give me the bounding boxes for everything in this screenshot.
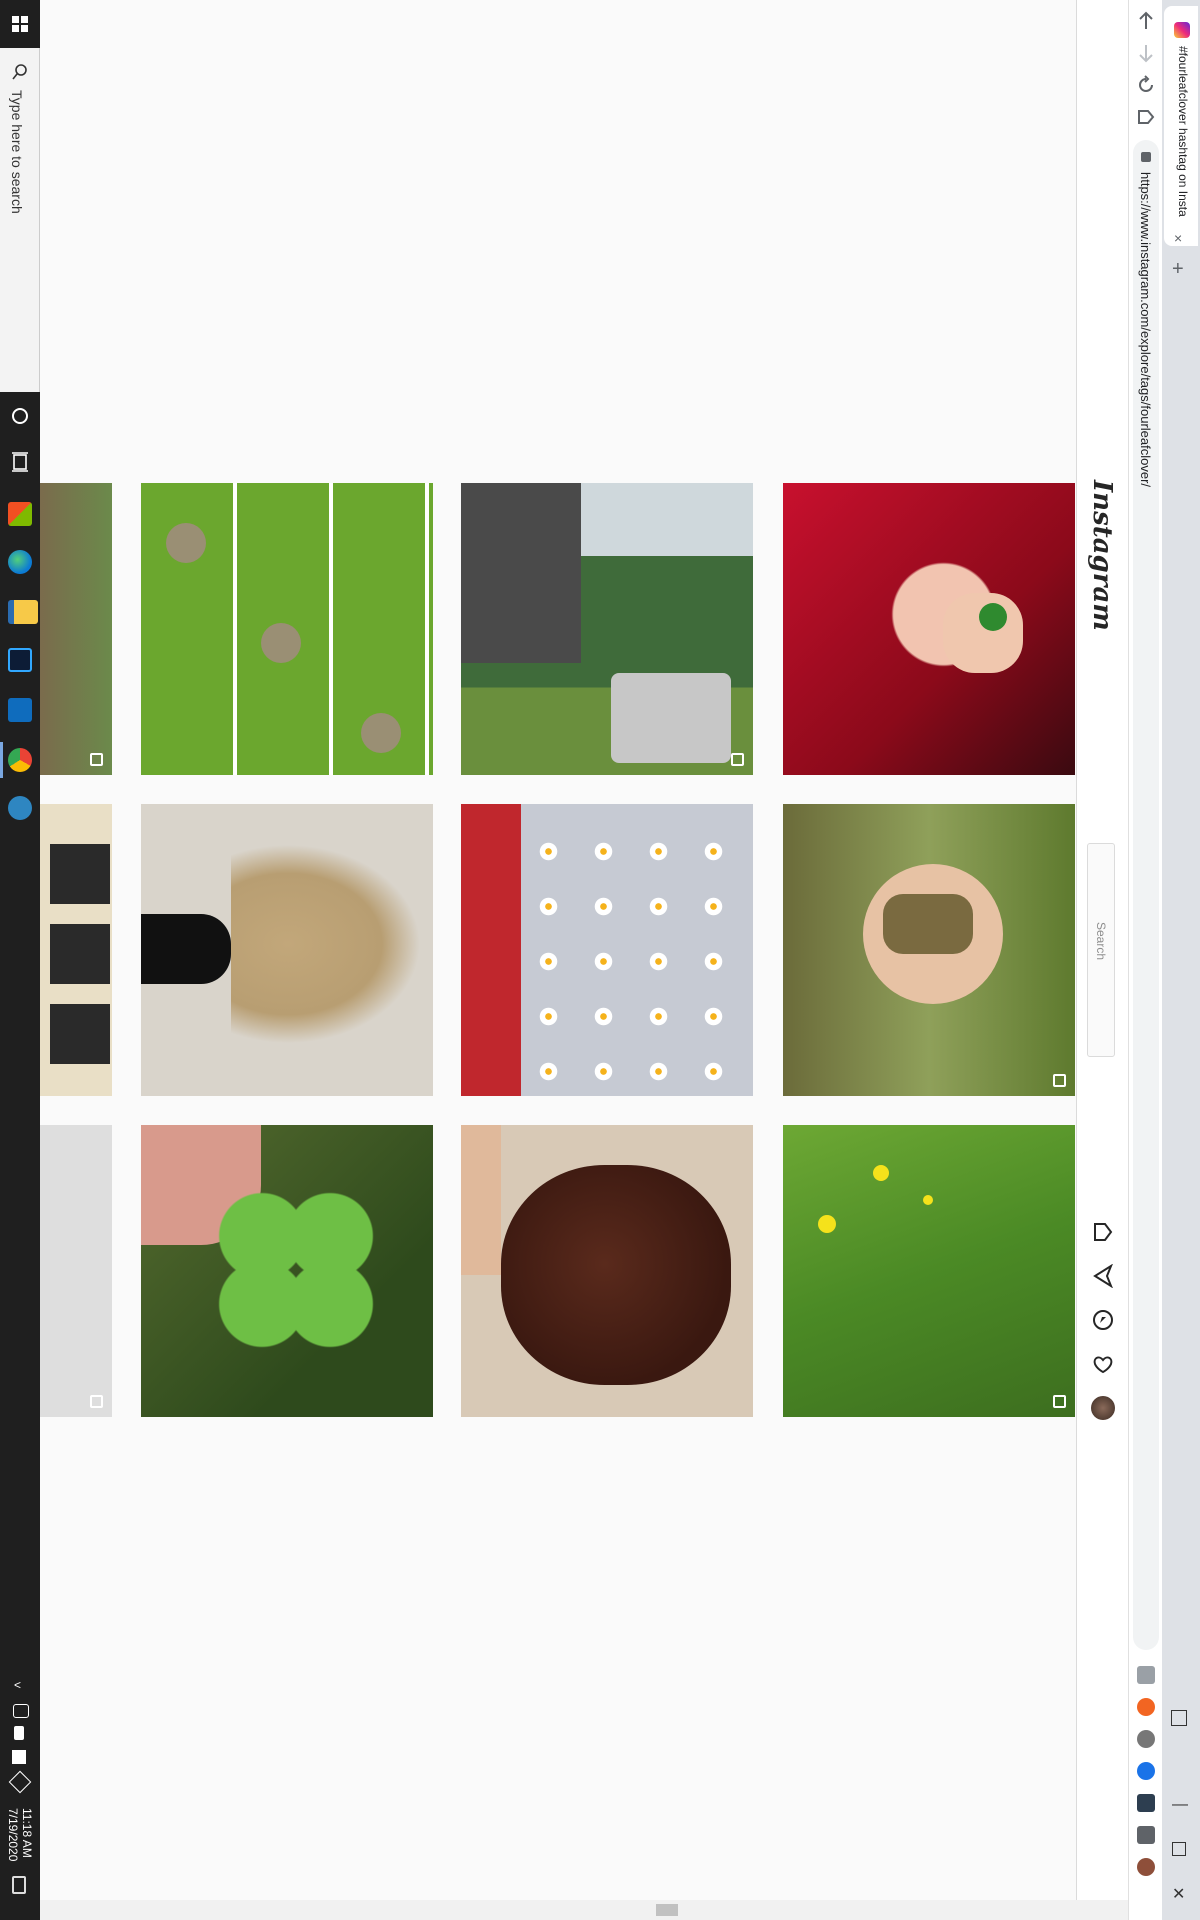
extension-grey-icon[interactable] [1137, 1730, 1155, 1748]
post-hair[interactable] [461, 1125, 753, 1417]
hammock-shape [461, 483, 581, 663]
tab-search-icon[interactable] [1171, 1710, 1187, 1726]
instagram-search-input[interactable]: Search [1087, 843, 1115, 1057]
multi-photo-icon [1053, 1074, 1066, 1087]
new-tab-button[interactable]: + [1172, 258, 1184, 281]
start-button[interactable] [0, 0, 40, 48]
clover-leaf [979, 603, 1007, 631]
taskbar-search-box[interactable]: Type here to search [0, 48, 40, 392]
chevron-up-icon[interactable]: < [14, 1678, 21, 1692]
close-window-icon[interactable]: ✕ [1172, 1884, 1185, 1904]
flower-dot [873, 1165, 889, 1181]
pampas-shape [231, 844, 421, 1044]
url-text: https://www.instagram.com/explore/tags/f… [1138, 172, 1153, 488]
search-icon [12, 64, 27, 80]
mask-shape [883, 894, 973, 954]
post-daisies[interactable] [461, 804, 753, 1096]
post-four-leaf-hand[interactable] [783, 483, 1075, 775]
edge-icon[interactable] [8, 550, 32, 574]
extension-blue-icon[interactable] [1137, 1762, 1155, 1780]
post-partial-sign[interactable] [40, 804, 112, 1096]
direct-icon[interactable] [1091, 1264, 1115, 1288]
tab-strip: #fourleafclover hashtag on Insta × + — ✕ [1162, 0, 1200, 1920]
microsoft-store-icon[interactable] [8, 502, 32, 526]
flower-dot [818, 1215, 836, 1233]
flower-dot [923, 1195, 933, 1205]
extension-dark-icon[interactable] [1137, 1794, 1155, 1812]
instagram-header: Instagram Search [1076, 0, 1128, 1900]
network-icon[interactable] [12, 1750, 26, 1764]
task-view-icon[interactable] [8, 450, 32, 474]
photoshop-icon[interactable] [8, 648, 32, 672]
horizontal-scrollbar[interactable] [40, 1900, 1128, 1920]
speaker-icon[interactable] [13, 1704, 29, 1718]
extension-g-icon[interactable] [1137, 1666, 1155, 1684]
taskbar-clock[interactable]: 11:18 AM 7/19/2020 [6, 1808, 34, 1861]
reload-icon[interactable] [1135, 74, 1157, 96]
explore-icon[interactable] [1091, 1308, 1115, 1332]
forward-arrow-icon[interactable] [1135, 42, 1157, 64]
home-icon[interactable] [1091, 1220, 1115, 1244]
minimize-icon[interactable]: — [1172, 1796, 1188, 1814]
tab-instagram[interactable]: #fourleafclover hashtag on Insta × [1164, 6, 1198, 246]
pen-icon[interactable] [8, 1770, 32, 1794]
post-grass-flowers[interactable] [783, 1125, 1075, 1417]
clock-date: 7/19/2020 [6, 1808, 20, 1862]
post-coins-grid[interactable] [141, 483, 433, 775]
coin-shape [361, 713, 401, 753]
close-tab-icon[interactable]: × [1174, 230, 1182, 246]
profile-avatar[interactable] [1091, 1396, 1115, 1420]
windows-taskbar: Type here to search < 11:18 AM 7/19/2020 [0, 0, 40, 1920]
multi-photo-icon [90, 1395, 103, 1408]
search-placeholder: Search [1094, 922, 1108, 961]
puzzle-extensions-icon[interactable] [1137, 1826, 1155, 1844]
clock-time: 11:18 AM [20, 1808, 34, 1858]
trailer-shape [611, 673, 731, 763]
clover-shape [211, 1185, 381, 1355]
instagram-explore-page [40, 0, 1076, 1900]
post-hammock-trailer[interactable] [461, 483, 753, 775]
windows-logo-icon [12, 16, 28, 32]
red-pot-shape [461, 804, 521, 1096]
restore-icon[interactable] [1172, 1842, 1186, 1856]
settings-icon[interactable] [8, 796, 32, 820]
vase-shape [141, 914, 231, 984]
scrollbar-thumb[interactable] [656, 1904, 678, 1916]
daisies-pattern [521, 824, 741, 1084]
multi-photo-icon [90, 753, 103, 766]
taskbar-search-placeholder: Type here to search [9, 90, 25, 214]
coin-shape [261, 623, 301, 663]
notification-icon[interactable] [12, 1876, 26, 1894]
coin-shape [166, 523, 206, 563]
address-bar[interactable]: https://www.instagram.com/explore/tags/f… [1133, 140, 1159, 1650]
hair-shape [501, 1165, 731, 1385]
post-partial-wall[interactable] [40, 1125, 112, 1417]
instagram-favicon-icon [1174, 22, 1190, 38]
home-button-icon[interactable] [1135, 106, 1157, 128]
browser-toolbar: https://www.instagram.com/explore/tags/f… [1128, 0, 1162, 1920]
instagram-logo[interactable]: Instagram [1087, 480, 1117, 631]
file-explorer-icon[interactable] [8, 600, 38, 624]
multi-photo-icon [731, 753, 744, 766]
hand-shape [943, 593, 1023, 673]
battery-icon[interactable] [14, 1726, 24, 1740]
post-boy-clover[interactable] [783, 804, 1075, 1096]
multi-photo-icon [1053, 1395, 1066, 1408]
active-app-indicator [0, 742, 3, 778]
profile-z-avatar[interactable] [1137, 1858, 1155, 1876]
tab-title: #fourleafclover hashtag on Insta [1176, 46, 1190, 217]
back-arrow-icon[interactable] [1135, 10, 1157, 32]
cortana-icon[interactable] [8, 404, 32, 428]
lock-icon[interactable] [1141, 152, 1151, 162]
neck-shape [461, 1125, 501, 1275]
extension-orange-icon[interactable] [1137, 1698, 1155, 1716]
post-partial-trees[interactable] [40, 483, 112, 775]
sign-letters [50, 844, 110, 1064]
post-pampas[interactable] [141, 804, 433, 1096]
chrome-icon[interactable] [8, 748, 32, 772]
activity-heart-icon[interactable] [1091, 1352, 1115, 1376]
outlook-icon[interactable] [8, 698, 32, 722]
post-clover-closeup[interactable] [141, 1125, 433, 1417]
